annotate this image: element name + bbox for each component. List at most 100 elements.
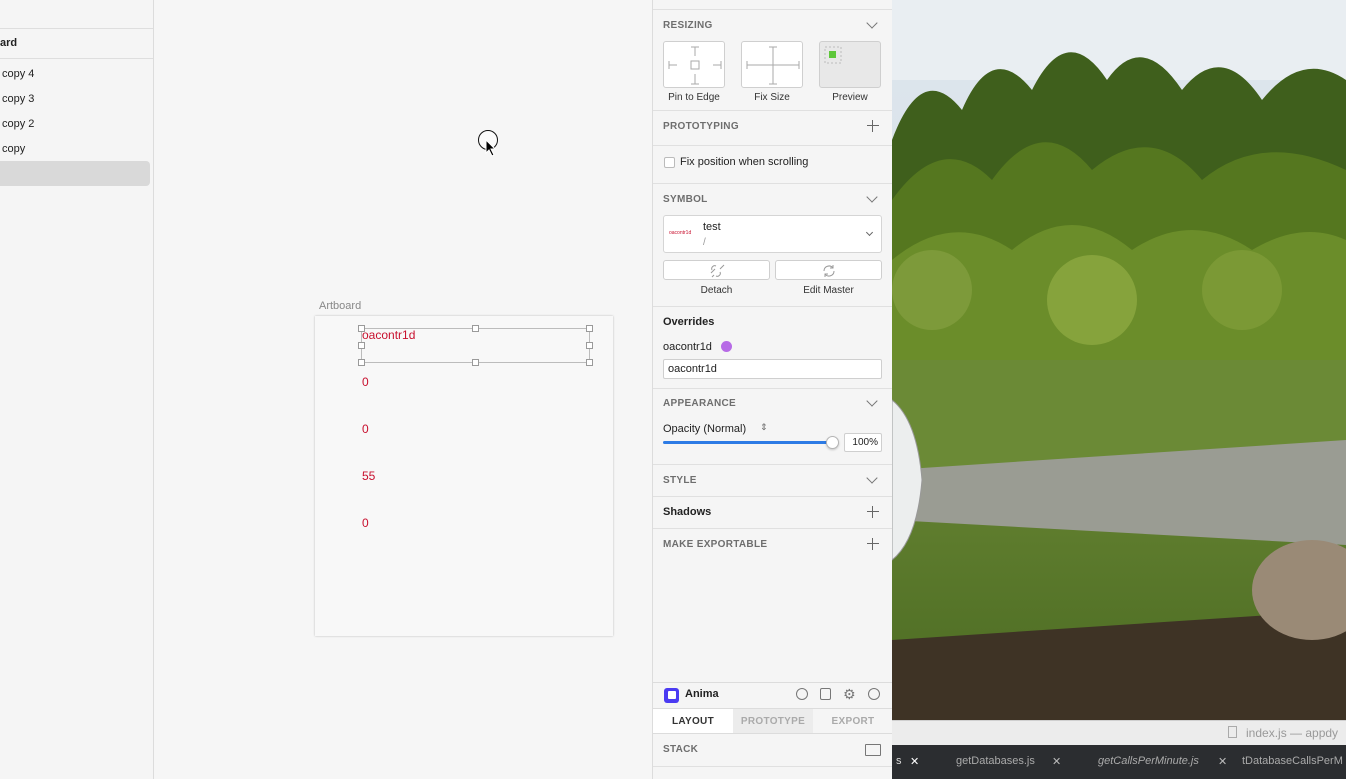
editor-tab[interactable]: tDatabaseCallsPerM: [1242, 755, 1343, 767]
pin-to-edge-option[interactable]: [663, 41, 725, 88]
override-label: oacontr1d: [663, 341, 712, 353]
prototyping-title: PROTOTYPING: [663, 121, 739, 132]
editor-tab-bar: s ✕ getDatabases.js ✕ getCallsPerMinute.…: [892, 745, 1346, 779]
overrides-title: Overrides: [663, 316, 715, 328]
divider: [653, 766, 892, 767]
opacity-label[interactable]: Opacity (Normal): [663, 423, 746, 435]
preview-label: Preview: [832, 92, 868, 103]
editor-title-bar: index.js — appdy: [892, 720, 1346, 745]
tab-export[interactable]: EXPORT: [813, 708, 892, 734]
artboard-value[interactable]: 0: [362, 516, 369, 530]
detach-button[interactable]: [663, 260, 770, 280]
add-shadow-icon[interactable]: [867, 506, 879, 518]
tab-layout[interactable]: LAYOUT: [653, 708, 733, 734]
compass-icon[interactable]: [868, 688, 880, 700]
symbol-selector[interactable]: oacontr1d test /: [663, 215, 882, 253]
window-title: index.js — appdy: [1246, 726, 1339, 740]
divider: [653, 9, 892, 10]
close-icon[interactable]: ✕: [910, 755, 919, 768]
divider: [653, 464, 892, 465]
resize-handle[interactable]: [586, 359, 593, 366]
appearance-title: APPEARANCE: [663, 398, 737, 409]
layer-item[interactable]: copy: [2, 143, 25, 155]
fix-size-option[interactable]: [741, 41, 803, 88]
style-title: STYLE: [663, 475, 697, 486]
divider: [0, 58, 153, 59]
artboard-value[interactable]: 0: [362, 375, 369, 389]
divider: [653, 388, 892, 389]
cursor-arrow-icon: [485, 139, 497, 157]
add-folder-icon[interactable]: [865, 744, 881, 756]
divider: [653, 528, 892, 529]
make-exportable-title: MAKE EXPORTABLE: [663, 539, 768, 550]
preview-option[interactable]: [819, 41, 881, 88]
opacity-slider-track[interactable]: [663, 441, 833, 444]
close-icon[interactable]: ✕: [1052, 755, 1061, 768]
edit-master-button[interactable]: [775, 260, 882, 280]
layer-item[interactable]: copy 4: [2, 68, 34, 80]
resizing-title: RESIZING: [663, 20, 713, 31]
pin-to-edge-label: Pin to Edge: [668, 92, 720, 103]
add-export-icon[interactable]: [867, 538, 879, 550]
layer-item[interactable]: copy 3: [2, 93, 34, 105]
stepper-icon[interactable]: ⇕: [760, 422, 768, 433]
tab-prototype[interactable]: PROTOTYPE: [733, 708, 813, 734]
fix-size-label: Fix Size: [754, 92, 790, 103]
anima-header: Anima ⚙: [653, 682, 892, 707]
target-icon[interactable]: [796, 688, 808, 700]
book-icon[interactable]: [820, 688, 831, 700]
divider: [653, 145, 892, 146]
symbol-title: SYMBOL: [663, 194, 708, 205]
divider: [653, 110, 892, 111]
artboard-label[interactable]: Artboard: [319, 300, 361, 312]
symbol-path: /: [703, 237, 706, 248]
layer-item[interactable]: copy 2: [2, 118, 34, 130]
close-icon[interactable]: ✕: [1218, 755, 1227, 768]
divider: [0, 28, 153, 29]
symbol-name: test: [703, 221, 721, 233]
fix-position-label: Fix position when scrolling: [680, 156, 809, 168]
opacity-slider-knob[interactable]: [826, 436, 839, 449]
file-icon: [1228, 726, 1237, 738]
layer-item-selected[interactable]: [0, 161, 150, 186]
detach-icon: [710, 264, 725, 278]
landscape-image: [892, 0, 1346, 720]
chevron-down-icon[interactable]: [866, 472, 878, 484]
chevron-down-icon[interactable]: [866, 191, 878, 203]
desktop-photo: [892, 0, 1346, 720]
anima-title: Anima: [685, 688, 719, 700]
resize-handle[interactable]: [472, 325, 479, 332]
resize-handle[interactable]: [358, 325, 365, 332]
symbol-thumbnail: oacontr1d: [669, 230, 692, 236]
preview-icon: [824, 46, 842, 64]
pin-to-edge-icon: [668, 46, 722, 85]
resize-handle[interactable]: [358, 342, 365, 349]
artboard[interactable]: oacontr1d 0 0 55 0: [315, 316, 613, 636]
opacity-field[interactable]: 100%: [844, 433, 882, 452]
editor-tab[interactable]: getDatabases.js: [956, 755, 1035, 767]
inspector-panel: RESIZING Pin to Edge Fix Size Preview PR…: [652, 0, 892, 779]
divider: [653, 496, 892, 497]
gear-icon[interactable]: ⚙: [843, 686, 856, 703]
fix-position-checkbox[interactable]: [664, 157, 675, 168]
override-text-field[interactable]: oacontr1d: [663, 359, 882, 379]
edit-master-label: Edit Master: [803, 285, 854, 296]
refresh-icon: [823, 265, 835, 277]
page-name[interactable]: ard: [0, 37, 17, 49]
chevron-down-icon[interactable]: [866, 17, 878, 29]
resize-handle[interactable]: [358, 359, 365, 366]
symbol-badge-icon: [721, 341, 732, 352]
artboard-value[interactable]: 55: [362, 469, 375, 483]
editor-tab[interactable]: s: [896, 755, 902, 767]
chevron-down-icon[interactable]: [866, 395, 878, 407]
detach-label: Detach: [700, 285, 733, 296]
resize-handle[interactable]: [586, 342, 593, 349]
resize-handle[interactable]: [586, 325, 593, 332]
editor-tab[interactable]: getCallsPerMinute.js: [1098, 755, 1199, 767]
divider: [653, 306, 892, 307]
artboard-value[interactable]: 0: [362, 422, 369, 436]
divider: [653, 183, 892, 184]
resize-handle[interactable]: [472, 359, 479, 366]
canvas[interactable]: Artboard oacontr1d 0 0 55 0: [154, 0, 652, 779]
add-prototyping-icon[interactable]: [867, 120, 879, 132]
